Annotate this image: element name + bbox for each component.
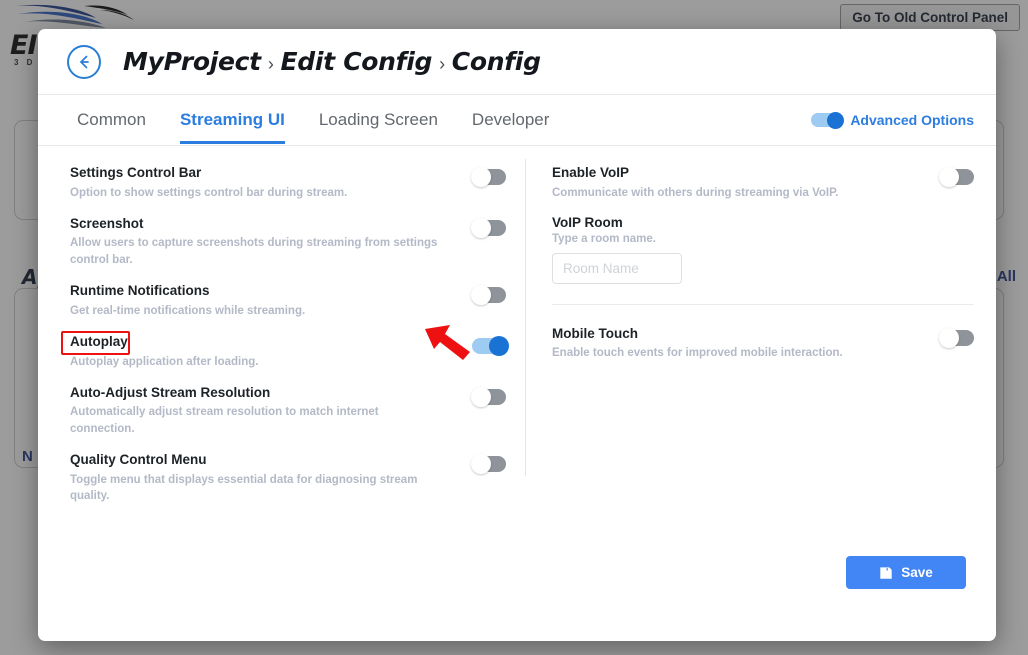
breadcrumb-item-project[interactable]: MyProject — [123, 47, 261, 76]
modal-body: Settings Control Bar Option to show sett… — [38, 146, 996, 586]
toggle-knob — [471, 387, 491, 407]
setting-text: Settings Control Bar Option to show sett… — [70, 164, 460, 201]
setting-description: Automatically adjust stream resolution t… — [70, 404, 440, 437]
setting-description: Autoplay application after loading. — [70, 354, 440, 370]
setting-title: Screenshot — [70, 215, 460, 233]
advanced-options-toggle[interactable] — [811, 113, 841, 127]
breadcrumb-separator: › — [439, 54, 445, 75]
mobile-touch-toggle[interactable] — [940, 330, 974, 346]
setting-text: Screenshot Allow users to capture screen… — [70, 215, 460, 268]
runtime-notifications-toggle[interactable] — [472, 287, 506, 303]
toggle-knob — [471, 285, 491, 305]
breadcrumb: MyProject › Edit Config › Config — [123, 47, 541, 76]
toggle-knob — [827, 112, 844, 129]
tab-common[interactable]: Common — [60, 97, 163, 144]
setting-description: Allow users to capture screenshots durin… — [70, 235, 440, 268]
voip-room-input[interactable] — [552, 253, 682, 284]
auto-adjust-stream-resolution-toggle[interactable] — [472, 389, 506, 405]
advanced-options-control[interactable]: Advanced Options — [811, 112, 974, 128]
setting-text: Autoplay Autoplay application after load… — [70, 333, 460, 370]
floppy-disk-icon — [879, 566, 893, 580]
breadcrumb-separator: › — [268, 54, 274, 75]
setting-title: Settings Control Bar — [70, 164, 460, 182]
setting-title: Mobile Touch — [552, 325, 928, 343]
voip-room-label: VoIP Room — [552, 215, 996, 230]
setting-title: Quality Control Menu — [70, 451, 460, 469]
setting-text: Mobile Touch Enable touch events for imp… — [552, 325, 928, 362]
setting-row-quality-control-menu: Quality Control Menu Toggle menu that di… — [70, 451, 528, 504]
setting-description: Option to show settings control bar duri… — [70, 185, 440, 201]
setting-title: Enable VoIP — [552, 164, 928, 182]
modal-footer: Save — [38, 541, 996, 641]
advanced-options-label: Advanced Options — [850, 112, 974, 128]
setting-title: Autoplay — [70, 333, 460, 351]
edit-config-modal: MyProject › Edit Config › Config Common … — [38, 29, 996, 641]
modal-header: MyProject › Edit Config › Config — [38, 29, 996, 95]
tab-streaming-ui[interactable]: Streaming UI — [163, 97, 302, 144]
autoplay-toggle[interactable] — [472, 338, 506, 354]
setting-description: Communicate with others during streaming… — [552, 185, 922, 201]
enable-voip-toggle[interactable] — [940, 169, 974, 185]
breadcrumb-item-config[interactable]: Config — [452, 47, 541, 76]
setting-row-settings-control-bar: Settings Control Bar Option to show sett… — [70, 164, 528, 201]
toggle-knob — [939, 167, 959, 187]
save-button[interactable]: Save — [846, 556, 966, 589]
setting-row-mobile-touch: Mobile Touch Enable touch events for imp… — [552, 325, 996, 362]
toggle-knob — [489, 336, 509, 356]
tab-loading-screen[interactable]: Loading Screen — [302, 97, 455, 144]
setting-text: Runtime Notifications Get real-time noti… — [70, 282, 460, 319]
screenshot-toggle[interactable] — [472, 220, 506, 236]
setting-text: Auto-Adjust Stream Resolution Automatica… — [70, 384, 460, 437]
setting-text: Quality Control Menu Toggle menu that di… — [70, 451, 460, 504]
back-arrow-icon[interactable] — [67, 45, 101, 79]
left-settings-column: Settings Control Bar Option to show sett… — [38, 146, 528, 586]
voip-room-hint: Type a room name. — [552, 233, 996, 245]
setting-text: Enable VoIP Communicate with others duri… — [552, 164, 928, 201]
voip-room-field-group: VoIP Room Type a room name. — [552, 215, 996, 284]
tab-bar: Common Streaming UI Loading Screen Devel… — [38, 95, 996, 146]
setting-description: Enable touch events for improved mobile … — [552, 345, 922, 361]
right-settings-column: Enable VoIP Communicate with others duri… — [528, 146, 996, 586]
toggle-knob — [939, 328, 959, 348]
setting-row-enable-voip: Enable VoIP Communicate with others duri… — [552, 164, 996, 201]
setting-description: Get real-time notifications while stream… — [70, 303, 440, 319]
toggle-knob — [471, 218, 491, 238]
setting-title: Auto-Adjust Stream Resolution — [70, 384, 460, 402]
settings-control-bar-toggle[interactable] — [472, 169, 506, 185]
setting-row-autoplay: Autoplay Autoplay application after load… — [70, 333, 528, 370]
breadcrumb-item-edit-config[interactable]: Edit Config — [281, 47, 433, 76]
tab-developer[interactable]: Developer — [455, 97, 567, 144]
setting-title: Runtime Notifications — [70, 282, 460, 300]
setting-description: Toggle menu that displays essential data… — [70, 472, 440, 505]
section-divider — [552, 304, 974, 305]
setting-row-auto-adjust-stream-resolution: Auto-Adjust Stream Resolution Automatica… — [70, 384, 528, 437]
toggle-knob — [471, 167, 491, 187]
save-button-label: Save — [901, 565, 933, 580]
quality-control-menu-toggle[interactable] — [472, 456, 506, 472]
setting-row-screenshot: Screenshot Allow users to capture screen… — [70, 215, 528, 268]
setting-row-runtime-notifications: Runtime Notifications Get real-time noti… — [70, 282, 528, 319]
toggle-knob — [471, 454, 491, 474]
